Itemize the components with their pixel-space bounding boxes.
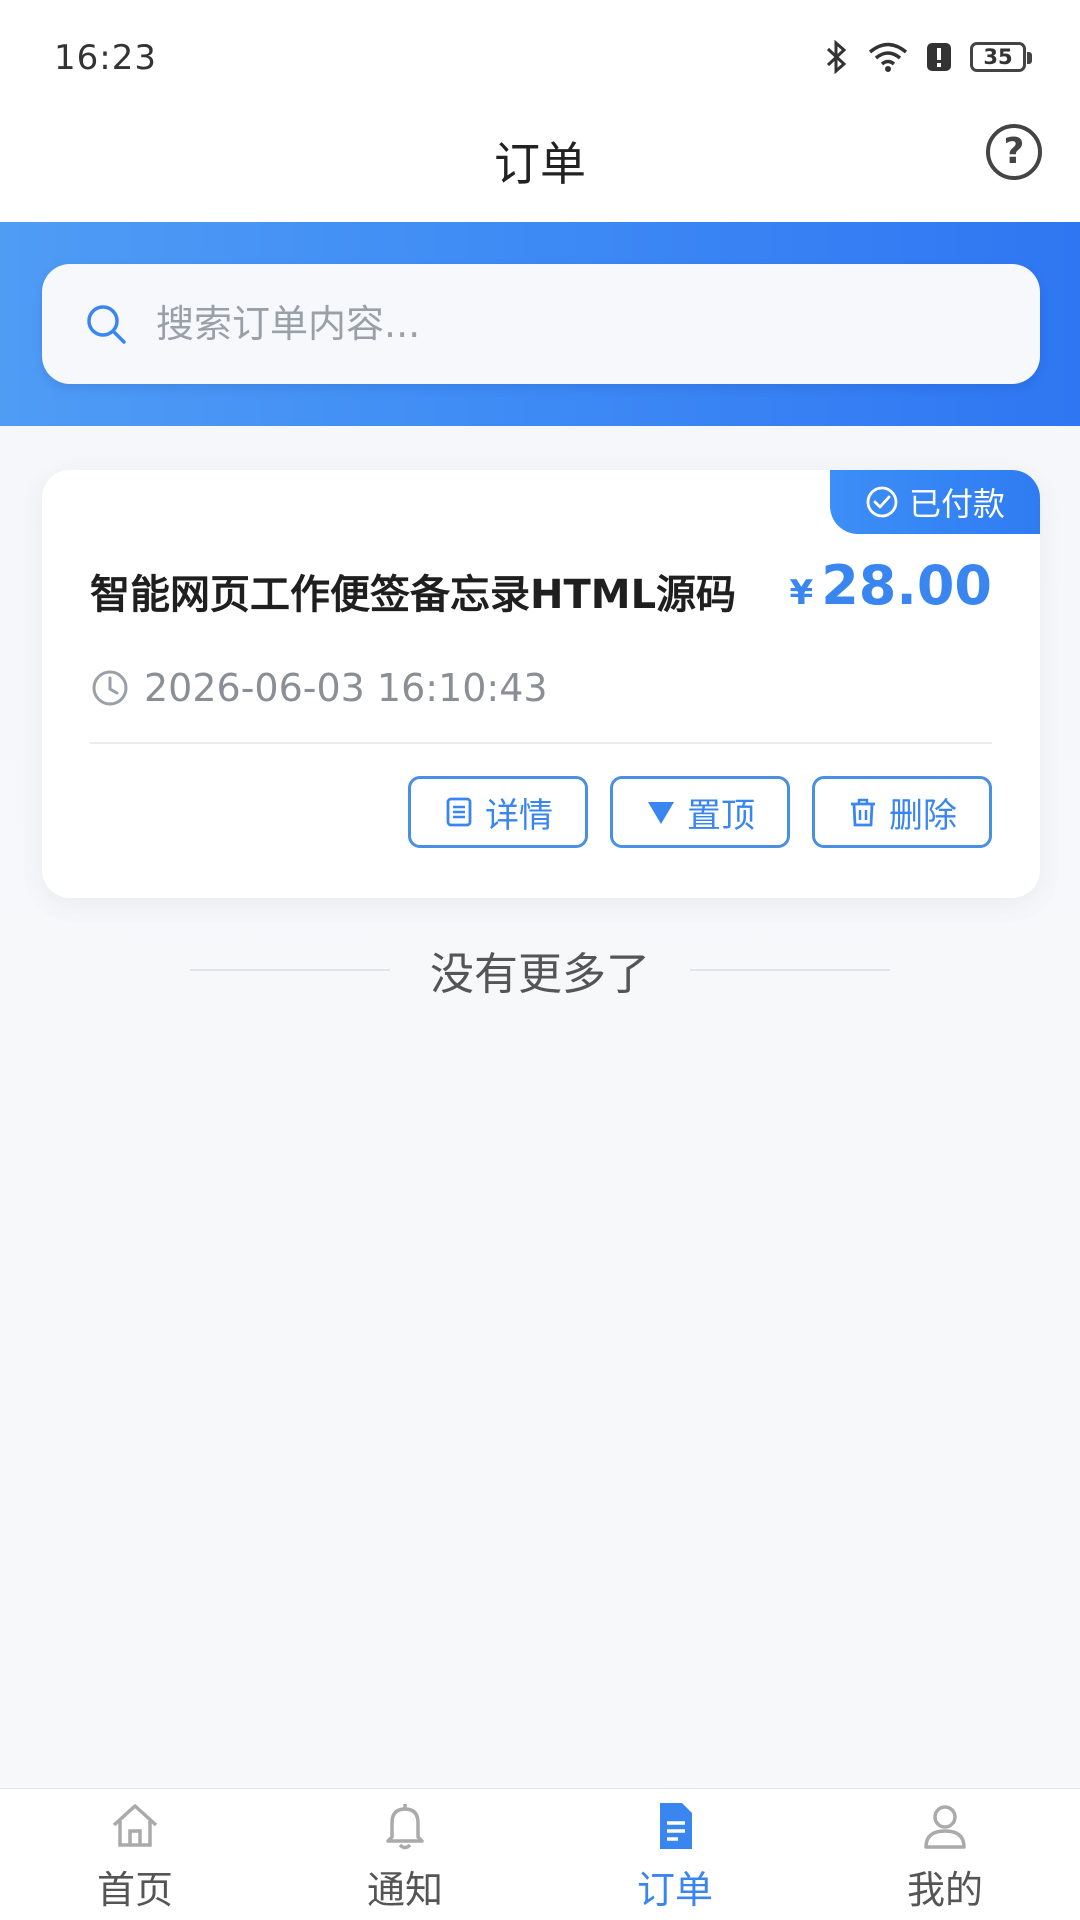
status-bar: 16:23 35	[0, 0, 1080, 110]
help-button[interactable]: ?	[986, 124, 1042, 180]
order-actions: 详情 置顶 删除	[408, 776, 992, 848]
divider-left	[190, 969, 390, 971]
triangle-down-icon	[648, 802, 674, 824]
bluetooth-icon	[826, 40, 847, 74]
search-input[interactable]	[156, 302, 976, 346]
list-end-text: 没有更多了	[430, 949, 650, 1000]
bell-icon	[386, 1804, 424, 1850]
tab-profile-label: 我的	[906, 1868, 983, 1912]
tab-notifications-label: 通知	[366, 1868, 443, 1912]
pin-button-label: 置顶	[687, 795, 755, 836]
home-icon	[112, 1804, 158, 1847]
bottom-tab-bar: 首页 通知 订单 我的	[0, 1788, 1080, 1920]
order-time-text: 2026-06-03 16:10:43	[144, 666, 548, 710]
detail-button-label: 详情	[485, 795, 553, 836]
order-title: 智能网页工作便签备忘录HTML源码	[90, 572, 737, 618]
document-icon	[660, 1803, 692, 1849]
order-price: ¥ 28.00	[790, 554, 992, 617]
tab-orders[interactable]: 订单	[540, 1789, 810, 1920]
wifi-icon	[868, 42, 908, 72]
tab-notifications[interactable]: 通知	[270, 1789, 540, 1920]
page-title: 订单	[494, 137, 586, 191]
divider-right	[690, 969, 890, 971]
search-header	[0, 222, 1080, 426]
price-currency: ¥	[789, 573, 814, 613]
price-amount: 28.00	[821, 554, 992, 617]
tab-profile[interactable]: 我的	[810, 1789, 1080, 1920]
status-time: 16:23	[54, 38, 157, 78]
question-icon: ?	[1003, 131, 1025, 172]
status-icons: 35	[824, 40, 1032, 74]
status-badge: 已付款	[830, 470, 1040, 534]
detail-button[interactable]: 详情	[408, 776, 588, 848]
user-icon	[924, 1805, 966, 1849]
pin-button[interactable]: 置顶	[610, 776, 790, 848]
order-time: 2026-06-03 16:10:43	[90, 666, 548, 710]
battery-indicator: 35	[970, 42, 1032, 72]
search-icon	[87, 305, 126, 344]
status-badge-label: 已付款	[908, 485, 1005, 523]
tab-orders-label: 订单	[636, 1868, 713, 1912]
alert-icon	[927, 43, 951, 71]
tab-home[interactable]: 首页	[0, 1789, 270, 1920]
tab-home-label: 首页	[96, 1868, 173, 1912]
order-card[interactable]: 已付款 智能网页工作便签备忘录HTML源码 ¥ 28.00 2026-06-03…	[42, 470, 1040, 898]
list-end-hint: 没有更多了	[0, 940, 1080, 1000]
clock-icon	[92, 670, 128, 706]
search-box[interactable]	[42, 264, 1040, 384]
card-divider	[90, 742, 992, 744]
delete-button-label: 删除	[889, 795, 957, 836]
document-icon	[446, 797, 472, 827]
trash-icon	[851, 798, 875, 827]
delete-button[interactable]: 删除	[812, 776, 992, 848]
check-circle-icon	[866, 486, 898, 518]
orders-screen: 16:23 35 订单 ? 搜索订单内容... 已付款 智能网页工作便签备忘录H…	[0, 0, 1080, 1920]
nav-bar: 订单 ?	[0, 110, 1080, 222]
